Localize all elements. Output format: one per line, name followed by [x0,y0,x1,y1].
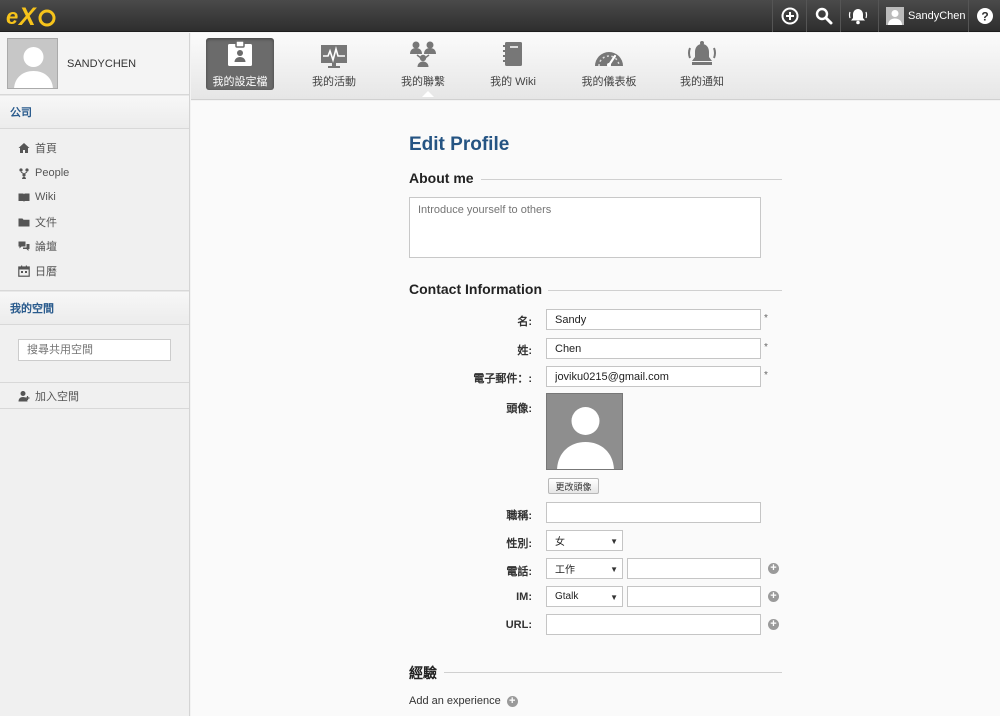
notification-bell-icon [848,9,867,25]
page-title: Edit Profile [409,134,510,155]
first-name-input[interactable] [546,309,761,330]
change-avatar-button[interactable]: 更改頭像 [548,478,599,494]
add-url-icon[interactable]: + [768,619,779,630]
tab-my-wiki[interactable]: 我的 Wiki [480,38,546,90]
divider [548,290,782,291]
exo-logo-icon: e X [6,3,56,31]
connections-icon [390,38,456,68]
profile-avatar[interactable] [7,38,58,89]
add-button[interactable] [772,0,806,32]
avatar-label: 頭像: [506,403,532,415]
search-button[interactable] [806,0,840,32]
add-user-icon [18,390,30,402]
space-search-input[interactable] [18,339,171,361]
add-phone-icon[interactable]: + [768,563,779,574]
sidebar-item-forum[interactable]: 論壇 [0,234,189,259]
required-mark: * [764,342,768,353]
wiki-icon [18,191,30,203]
sidebar-profile: SANDYCHEN [0,33,189,95]
company-section-heading: 公司 [0,95,189,129]
email-input[interactable] [546,366,761,387]
profile-card-icon [206,38,274,68]
last-name-input[interactable] [546,338,761,359]
gender-label: 性別: [506,538,532,550]
svg-text:e: e [6,4,18,29]
search-icon [815,7,832,25]
required-mark: * [764,313,768,324]
gender-select[interactable]: 女 ▼ [546,530,623,551]
phone-input[interactable] [627,558,761,579]
edit-profile-panel: Edit Profile About me Contact Informatio… [191,101,1000,716]
dashboard-gauge-icon [569,38,649,68]
sidebar-item-documents[interactable]: 文件 [0,210,189,235]
sidebar-item-home[interactable]: 首頁 [0,136,189,161]
wiki-book-icon [480,38,546,68]
dropdown-arrow-icon: ▼ [610,565,618,574]
add-im-icon[interactable]: + [768,591,779,602]
first-name-label: 名: [517,316,532,328]
required-mark: * [764,370,768,381]
help-icon: ? [976,8,993,24]
active-tab-caret [422,91,434,97]
divider [481,179,782,180]
position-input[interactable] [546,502,761,523]
im-input[interactable] [627,586,761,607]
svg-text:X: X [17,3,37,29]
position-label: 職稱: [506,510,532,522]
my-spaces-heading: 我的空間 [0,291,189,325]
help-button[interactable]: ? [968,0,1000,32]
forum-icon [18,240,30,252]
about-me-textarea[interactable] [409,197,761,258]
im-type-select[interactable]: Gtalk ▼ [546,586,623,607]
top-navigation-bar: e X SandyChen ? [0,0,1000,32]
sidebar-item-wiki[interactable]: Wiki [0,185,189,210]
tab-my-dashboard[interactable]: 我的儀表板 [569,38,649,90]
dropdown-arrow-icon: ▼ [610,537,618,546]
activity-chart-icon [301,38,367,68]
email-label: 電子郵件：: [473,373,532,385]
sidebar-item-calendar[interactable]: 日曆 [0,259,189,284]
calendar-icon [18,265,30,277]
notification-bell-icon [670,38,734,68]
tab-my-connections[interactable]: 我的聯繫 [390,38,456,90]
folder-icon [18,216,30,228]
divider [444,672,782,673]
add-experience-link[interactable]: Add an experience + [409,695,518,707]
sidebar-item-people[interactable]: People [0,161,189,186]
profile-tabs-bar: 我的設定檔 我的活動 我的聯繫 我的 Wiki 我的儀表板 我的通知 [191,33,1000,100]
dropdown-arrow-icon: ▼ [610,593,618,602]
join-space-link[interactable]: 加入空間 [0,383,189,409]
user-avatar [886,7,904,25]
avatar-preview [546,393,623,470]
space-search-container [0,325,189,383]
user-menu[interactable]: SandyChen [878,0,968,32]
last-name-label: 姓: [517,345,532,357]
user-name: SandyChen [908,10,966,22]
url-input[interactable] [546,614,761,635]
add-icon [781,7,798,25]
contact-info-heading: Contact Information [409,281,542,297]
phone-label: 電話: [506,566,532,578]
exo-logo[interactable]: e X [6,3,56,31]
url-label: URL: [505,619,532,631]
about-me-heading: About me [409,170,474,186]
svg-text:?: ? [981,10,988,24]
tab-my-activities[interactable]: 我的活動 [301,38,367,90]
left-sidebar: SANDYCHEN 公司 首頁 People Wiki 文件 論壇 日曆 我的空… [0,33,190,716]
tab-my-notifications[interactable]: 我的通知 [670,38,734,90]
notifications-button[interactable] [840,0,874,32]
im-label: IM: [516,591,532,603]
company-nav: 首頁 People Wiki 文件 論壇 日曆 [0,129,189,291]
add-experience-icon: + [506,695,518,707]
phone-type-select[interactable]: 工作 ▼ [546,558,623,579]
experience-heading: 經驗 [409,665,437,681]
profile-name[interactable]: SANDYCHEN [67,58,136,70]
home-icon [18,142,30,154]
people-icon [18,167,30,179]
tab-my-profile[interactable]: 我的設定檔 [206,38,274,90]
